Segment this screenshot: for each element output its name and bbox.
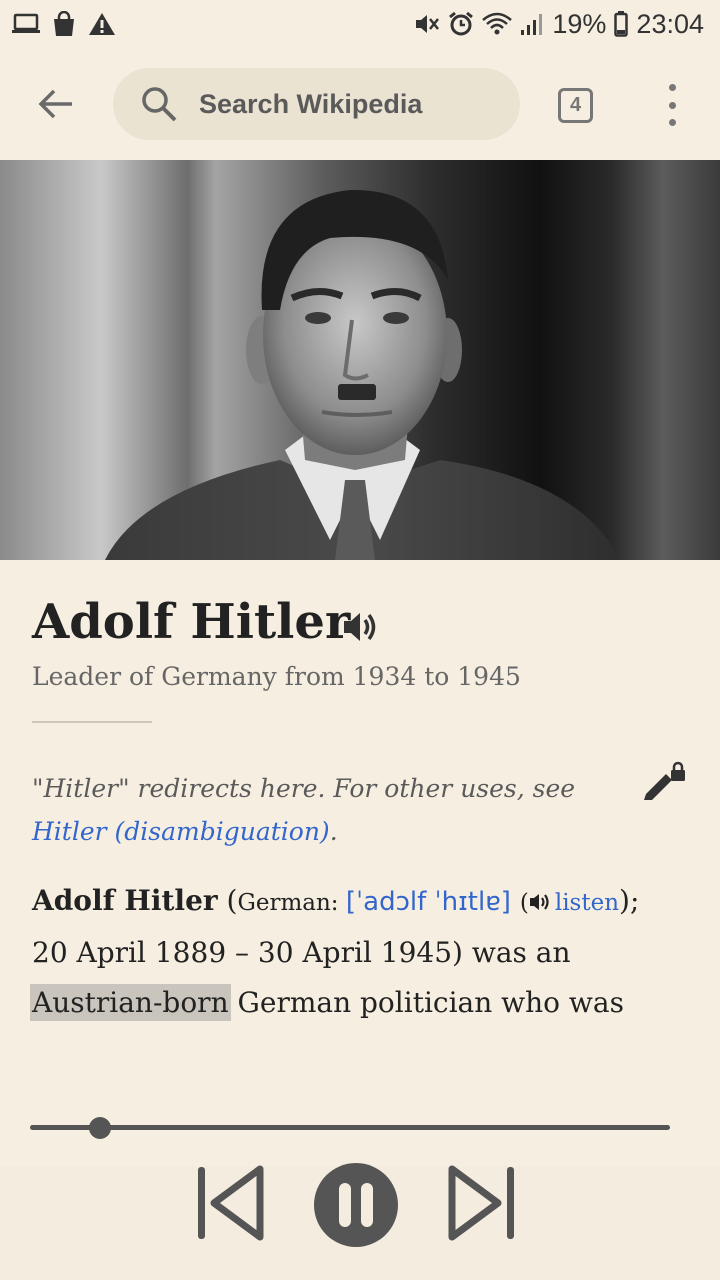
- lead-name: Adolf Hitler: [32, 884, 218, 917]
- search-input[interactable]: [199, 88, 489, 120]
- pause-icon: [339, 1183, 351, 1227]
- wikipedia-article-screen: 19% 23:04 4: [0, 0, 720, 1280]
- alarm-icon: [448, 11, 474, 37]
- skip-previous-icon: [194, 1163, 268, 1247]
- speaker-icon[interactable]: [342, 610, 378, 644]
- hatnote-suffix: .: [329, 817, 338, 846]
- warning-icon: [88, 12, 116, 36]
- battery-percent: 19%: [552, 8, 607, 39]
- disambiguation-link[interactable]: Hitler (disambiguation): [32, 817, 330, 846]
- lead-line-2: 20 April 1889 – 30 April 1945) was an: [32, 936, 571, 969]
- lead-image[interactable]: [0, 160, 720, 560]
- skip-next-button[interactable]: [444, 1165, 518, 1245]
- after-listen: );: [619, 884, 640, 917]
- article-lead-paragraph: Adolf Hitler (German: [ˈadɔlf ˈhɪtlɐ] (l…: [32, 876, 692, 1028]
- search-icon: [139, 84, 179, 124]
- signal-icon: [520, 12, 544, 36]
- seek-thumb[interactable]: [89, 1117, 112, 1139]
- listen-link[interactable]: (listen: [520, 890, 619, 916]
- tabs-button[interactable]: 4: [558, 88, 593, 123]
- speaker-icon: [529, 880, 555, 910]
- lead-line-3: German politician who was: [228, 986, 624, 1019]
- ipa-pronunciation-link[interactable]: [ˈadɔlf ˈhɪtlɐ]: [346, 887, 511, 917]
- listen-label: listen: [554, 890, 620, 916]
- page-title: Adolf Hitler: [32, 594, 351, 650]
- back-arrow-icon: [38, 88, 74, 124]
- back-button[interactable]: [32, 82, 80, 130]
- battery-icon: [614, 11, 629, 37]
- more-vertical-icon: [668, 84, 676, 91]
- edit-locked-icon[interactable]: [642, 760, 688, 802]
- skip-previous-button[interactable]: [194, 1165, 268, 1245]
- laptop-icon: [12, 13, 40, 35]
- mute-icon: [414, 12, 440, 36]
- search-bar[interactable]: [113, 68, 520, 140]
- status-bar: 19% 23:04: [0, 0, 720, 48]
- hatnote-text: "Hitler" redirects here. For other uses,…: [32, 774, 576, 803]
- language-label: German:: [237, 890, 346, 916]
- skip-next-icon: [444, 1163, 518, 1247]
- shopping-bag-icon: [52, 11, 76, 37]
- page-description: Leader of Germany from 1934 to 1945: [32, 662, 521, 691]
- hatnote: "Hitler" redirects here. For other uses,…: [32, 767, 632, 853]
- pause-button[interactable]: [314, 1163, 398, 1247]
- more-options-button[interactable]: [656, 84, 688, 126]
- seek-bar[interactable]: [30, 1125, 670, 1130]
- status-left: [12, 11, 116, 37]
- status-right: 19% 23:04: [414, 9, 704, 40]
- title-divider: [32, 721, 152, 723]
- paren-open: (: [217, 884, 238, 917]
- wifi-icon: [482, 12, 513, 36]
- highlighted-word: Austrian-born: [32, 986, 229, 1019]
- toolbar: 4: [0, 60, 720, 150]
- status-time: 23:04: [636, 8, 704, 39]
